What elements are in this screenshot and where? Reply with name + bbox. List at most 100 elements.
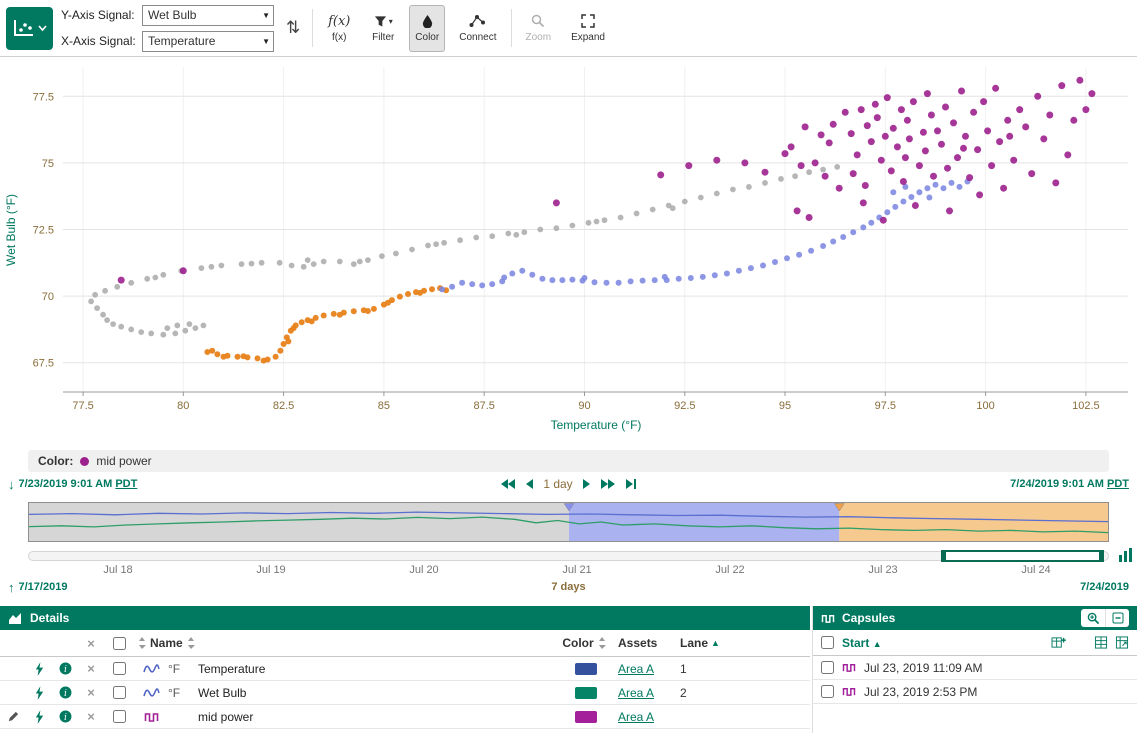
capsule-checkbox[interactable] <box>821 685 834 698</box>
name-column-header[interactable]: Name <box>150 636 183 650</box>
table-view-button[interactable] <box>1094 636 1108 649</box>
expand-label: Expand <box>571 32 605 43</box>
range-start-arrow-icon[interactable]: ↓ <box>8 477 15 492</box>
forward-icon <box>582 478 591 490</box>
edit-pencil-icon[interactable] <box>7 710 20 723</box>
display-range-selector[interactable] <box>941 550 1104 562</box>
capsule-row[interactable]: Jul 23, 2019 2:53 PM <box>813 680 1137 704</box>
select-caret-icon: ▼ <box>262 11 270 20</box>
remove-icon[interactable]: × <box>87 710 95 723</box>
time-axis-label: Jul 18 <box>103 564 132 576</box>
range-start-timezone[interactable]: PDT <box>115 478 137 490</box>
details-panel-header: Details <box>0 606 810 630</box>
range-start-date[interactable]: 7/23/2019 9:01 AM PDT <box>19 478 138 490</box>
sort-type-icon[interactable] <box>138 637 146 649</box>
autoupdate-bolt-icon[interactable] <box>34 710 45 724</box>
svg-text:87.5: 87.5 <box>473 400 494 412</box>
capsules-title: Capsules <box>842 611 895 625</box>
remove-all-icon[interactable]: × <box>87 637 95 650</box>
sort-color-icon[interactable] <box>598 637 606 649</box>
sort-asc-icon[interactable]: ▲ <box>711 638 720 648</box>
autoupdate-bolt-icon[interactable] <box>34 686 45 700</box>
details-row-temperature[interactable]: i × °F Temperature Area A 1 <box>0 657 810 681</box>
collapse-panel-button[interactable] <box>1105 609 1129 627</box>
y-axis-signal-select[interactable]: Wet Bulb ▼ <box>142 5 274 26</box>
capsule-row[interactable]: Jul 23, 2019 11:09 AM <box>813 656 1137 680</box>
range-end-timezone[interactable]: PDT <box>1107 478 1129 490</box>
investigate-start-date[interactable]: 7/17/2019 <box>19 581 68 593</box>
step-forward-fast-button[interactable] <box>600 477 616 491</box>
filter-icon <box>374 15 387 28</box>
svg-text:80: 80 <box>177 400 189 412</box>
svg-text:77.5: 77.5 <box>72 400 93 412</box>
investigate-end-date[interactable]: 7/24/2019 <box>1080 581 1129 593</box>
details-icon <box>8 612 23 625</box>
step-to-end-button[interactable] <box>625 477 637 491</box>
info-icon[interactable]: i <box>59 686 72 699</box>
zoom-button[interactable]: Zoom <box>520 5 558 52</box>
asset-link[interactable]: Area A <box>618 662 654 676</box>
step-back-fast-button[interactable] <box>500 477 516 491</box>
add-column-icon <box>1051 636 1066 649</box>
details-row-wet-bulb[interactable]: i × °F Wet Bulb Area A 2 <box>0 681 810 705</box>
info-icon[interactable]: i <box>59 710 72 723</box>
color-swatch[interactable] <box>575 663 597 675</box>
sort-name-icon[interactable] <box>187 637 195 649</box>
x-axis-tick-labels: 77.58082.58587.59092.59597.5100102.5 <box>72 392 1099 412</box>
item-name: mid power <box>198 710 554 724</box>
expand-button[interactable]: Expand <box>565 5 611 52</box>
item-name: Wet Bulb <box>198 686 554 700</box>
row-checkbox[interactable] <box>113 710 126 723</box>
filter-button[interactable]: ▾ Filter <box>365 5 401 52</box>
info-icon[interactable]: i <box>59 662 72 675</box>
capsules-panel-header: Capsules <box>813 606 1137 630</box>
assets-column-header[interactable]: Assets <box>618 636 657 650</box>
capsule-checkbox[interactable] <box>821 661 834 674</box>
timeline-scrollbar <box>28 550 1109 562</box>
svg-text:100: 100 <box>976 400 994 412</box>
signal-icon <box>143 687 160 699</box>
y-axis-signal-value: Wet Bulb <box>148 8 196 22</box>
scatterplot-view-button[interactable] <box>6 7 53 50</box>
lane-column-header[interactable]: Lane <box>680 636 708 650</box>
remove-icon[interactable]: × <box>87 662 95 675</box>
details-row-mid-power[interactable]: i × mid power Area A <box>0 705 810 729</box>
connect-button[interactable]: Connect <box>453 5 502 52</box>
investigate-duration[interactable]: 7 days <box>551 581 585 593</box>
color-button[interactable]: Color <box>409 5 445 52</box>
select-all-capsules-checkbox[interactable] <box>821 636 834 649</box>
x-axis-signal-select[interactable]: Temperature ▼ <box>142 31 274 52</box>
fx-tools-button[interactable]: f(x) f(x) <box>321 5 357 52</box>
zoom-to-capsule-button[interactable] <box>1081 609 1105 627</box>
trend-preview-strip[interactable] <box>28 502 1109 542</box>
remove-icon[interactable]: × <box>87 686 95 699</box>
row-checkbox[interactable] <box>113 662 126 675</box>
export-table-button[interactable] <box>1115 636 1129 649</box>
color-column-header[interactable]: Color <box>562 636 593 650</box>
row-checkbox[interactable] <box>113 686 126 699</box>
color-droplet-icon <box>421 14 434 28</box>
start-column-header[interactable]: Start ▲ <box>842 636 882 650</box>
color-swatch[interactable] <box>575 711 597 723</box>
step-size-label[interactable]: 1 day <box>543 477 572 491</box>
asset-link[interactable]: Area A <box>618 710 654 724</box>
investigate-start-arrow-icon[interactable]: ↑ <box>8 580 15 595</box>
filter-label: Filter <box>372 32 394 43</box>
caret-down-icon: ▾ <box>389 17 393 26</box>
step-back-button[interactable] <box>525 477 534 491</box>
backward-icon <box>525 478 534 490</box>
swap-axes-button[interactable]: ⇅ <box>282 16 304 40</box>
select-all-checkbox[interactable] <box>113 637 126 650</box>
skip-to-end-icon <box>625 478 637 490</box>
scatter-plot[interactable]: 77.58082.58587.59092.59597.5100102.567.5… <box>0 57 1137 445</box>
svg-text:75: 75 <box>42 158 54 170</box>
autoupdate-bolt-icon[interactable] <box>34 662 45 676</box>
y-axis-signal-label: Y-Axis Signal: <box>61 8 137 22</box>
series-mid-power <box>118 77 1096 284</box>
step-forward-button[interactable] <box>582 477 591 491</box>
color-swatch[interactable] <box>575 687 597 699</box>
add-column-button[interactable] <box>1051 636 1066 649</box>
range-end-date[interactable]: 7/24/2019 9:01 AM PDT <box>1010 478 1129 490</box>
svg-text:97.5: 97.5 <box>875 400 896 412</box>
asset-link[interactable]: Area A <box>618 686 654 700</box>
